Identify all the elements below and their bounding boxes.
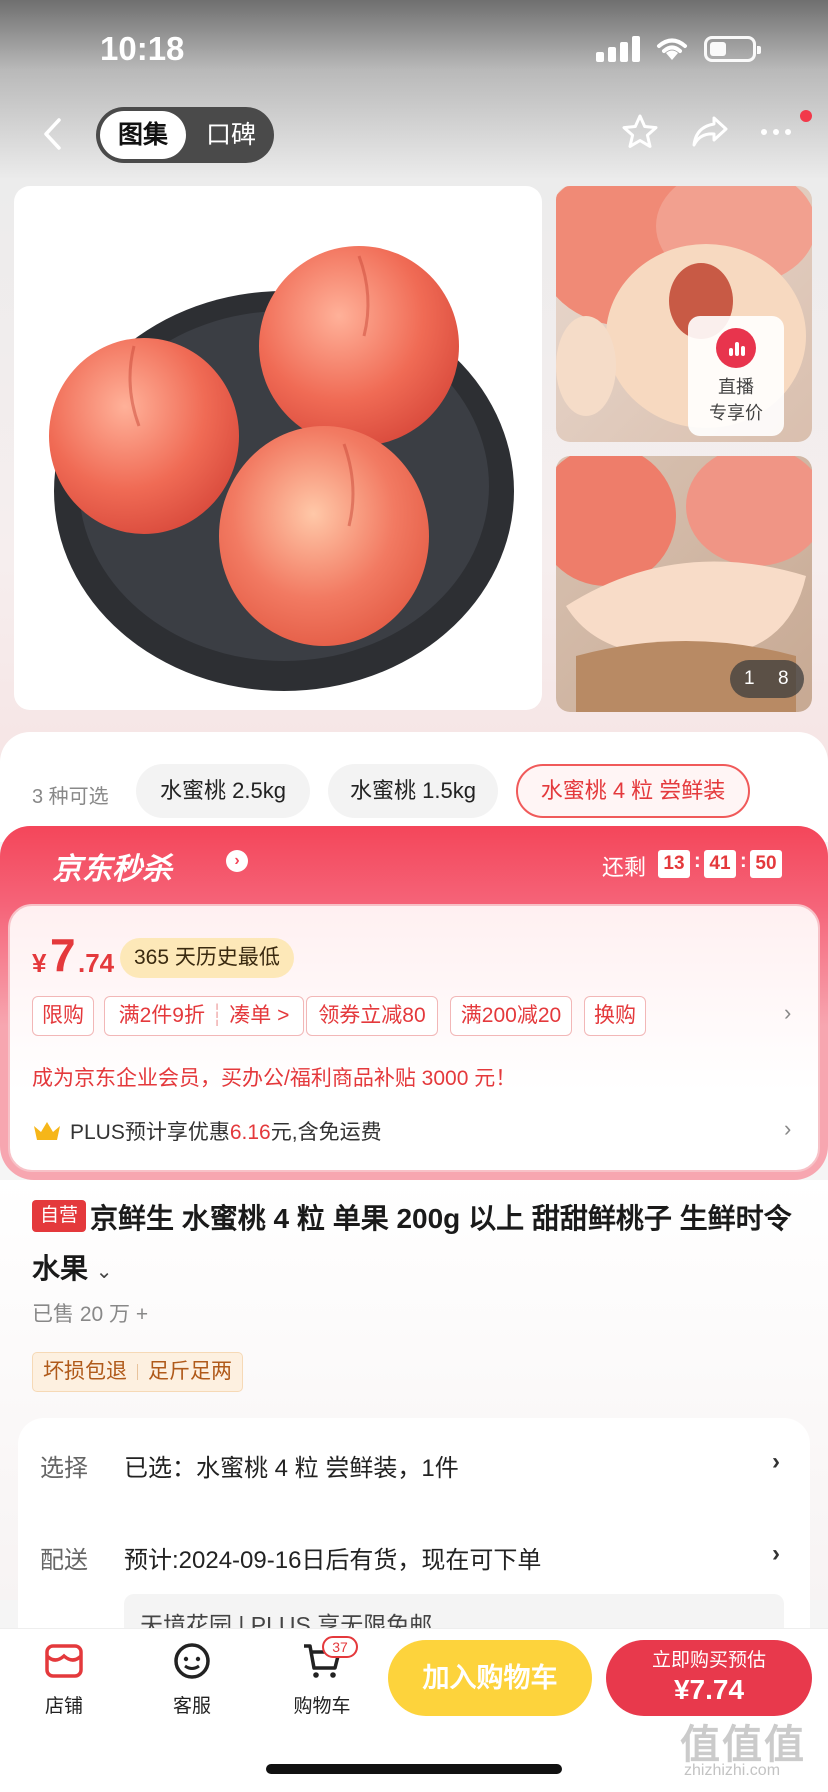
live-label-2: 专享价: [709, 403, 763, 423]
variant-chip-1[interactable]: 水蜜桃 2.5kg: [136, 764, 310, 818]
service-label: 客服: [172, 1696, 211, 1717]
promo-divider: ┆: [210, 1004, 224, 1027]
variant-chip-2[interactable]: 水蜜桃 1.5kg: [328, 764, 498, 818]
live-icon: [716, 328, 756, 368]
watermark-url: zhizhizhi.com: [684, 1762, 781, 1779]
select-value[interactable]: 已选：水蜜桃 4 粒 尝鲜装，1件: [124, 1448, 459, 1483]
status-time: 10:18: [100, 30, 185, 67]
history-low-badge: 365 天历史最低: [120, 938, 294, 978]
countdown-separator: :: [740, 850, 747, 872]
status-bar: 10:18: [0, 0, 828, 96]
service-button[interactable]: 客服: [142, 1640, 242, 1718]
chevron-right-icon[interactable]: ›: [784, 1116, 791, 1142]
guarantee-tags[interactable]: 坏损包退 足斤足两: [32, 1352, 243, 1392]
chevron-right-icon[interactable]: ›: [772, 1448, 780, 1476]
select-label: 选择: [40, 1455, 88, 1482]
variant-count-label: 3 种可选: [32, 786, 109, 808]
home-indicator[interactable]: [266, 1764, 562, 1774]
image-pager: 1 8: [730, 660, 804, 698]
view-toggle: 图集 口碑: [96, 107, 274, 163]
chevron-right-icon[interactable]: ›: [784, 1000, 791, 1026]
more-icon[interactable]: [756, 112, 796, 152]
chevron-down-icon[interactable]: ⌄: [96, 1261, 113, 1283]
promo-tag-label: 满2件9折: [118, 1004, 205, 1027]
buy-now-price: ¥7.74: [673, 1674, 745, 1705]
plus-suffix: 元,含免运费: [270, 1121, 382, 1144]
pager-total: 8: [778, 668, 789, 689]
sold-count: 已售 20 万 +: [32, 1303, 149, 1326]
crown-icon: [34, 1122, 60, 1140]
chevron-right-icon[interactable]: ›: [226, 850, 248, 872]
back-icon[interactable]: [34, 114, 74, 154]
plus-prefix: PLUS预计享优惠: [70, 1121, 230, 1144]
main-product-image[interactable]: [14, 186, 542, 710]
notification-dot: [800, 110, 812, 122]
delivery-value[interactable]: 预计:2024-09-16日后有货，现在可下单: [124, 1540, 541, 1575]
price-integer: 7: [50, 929, 76, 981]
guarantee-tag: 足斤足两: [148, 1360, 232, 1383]
signal-icon: [596, 36, 642, 62]
delivery-label: 配送: [40, 1547, 88, 1574]
share-icon[interactable]: [688, 112, 730, 152]
store-icon: [45, 1644, 83, 1678]
tab-reviews[interactable]: 口碑: [192, 111, 270, 159]
top-nav: 图集 口碑: [0, 100, 828, 170]
battery-icon: [704, 36, 761, 62]
promo-tag[interactable]: 满2件9折 ┆ 凑单 >: [104, 996, 304, 1036]
countdown-seconds: 50: [750, 850, 782, 878]
promo-tag[interactable]: 满200减20: [450, 996, 572, 1036]
promo-tag-label: 凑单 >: [229, 1004, 290, 1027]
promo-tag[interactable]: 限购: [32, 996, 94, 1036]
tab-gallery[interactable]: 图集: [100, 111, 186, 159]
cart-button[interactable]: 购物车: [272, 1640, 372, 1718]
chevron-right-icon[interactable]: ›: [772, 1540, 780, 1568]
countdown-label: 还剩: [602, 855, 647, 880]
buy-now-label: 立即购买预估: [651, 1650, 766, 1671]
add-to-cart-button[interactable]: 加入购物车: [388, 1640, 592, 1716]
price-symbol: ¥: [32, 948, 47, 978]
price-decimal: .74: [78, 948, 115, 978]
corporate-offer[interactable]: 成为京东企业会员，买办公/福利商品补贴 3000 元！: [32, 1062, 516, 1092]
flash-sale-logo[interactable]: 京东秒杀: [52, 844, 172, 888]
promo-tag[interactable]: 领券立减80: [306, 996, 438, 1036]
plus-discount-row[interactable]: PLUS预计享优惠6.16元,含免运费: [32, 1116, 382, 1146]
product-title[interactable]: 京鲜生 水蜜桃 4 粒 单果 200g 以上 甜甜鲜桃子 生鲜时令水果 ⌄: [32, 1194, 792, 1297]
countdown-separator: :: [694, 850, 701, 872]
buy-now-button[interactable]: 立即购买预估 ¥7.74: [606, 1640, 812, 1716]
wifi-icon: [657, 38, 687, 60]
live-price-badge[interactable]: 直播 专享价: [688, 316, 784, 436]
promo-tag[interactable]: 换购: [584, 996, 646, 1036]
cart-label: 购物车: [293, 1696, 351, 1717]
live-label-1: 直播: [718, 377, 754, 397]
cart-count-badge: 37: [322, 1636, 358, 1658]
product-title-text: 京鲜生 水蜜桃 4 粒 单果 200g 以上 甜甜鲜桃子 生鲜时令水果: [32, 1203, 792, 1284]
store-button[interactable]: 店铺: [14, 1640, 114, 1718]
variant-chip-3[interactable]: 水蜜桃 4 粒 尝鲜装: [516, 764, 750, 818]
guarantee-tag: 坏损包退: [43, 1360, 127, 1383]
countdown-hours: 13: [658, 850, 690, 878]
store-label: 店铺: [44, 1696, 83, 1717]
pager-current: 1: [744, 668, 755, 689]
peaches-illustration: [49, 246, 514, 691]
plus-amount: 6.16: [229, 1121, 271, 1144]
customer-service-icon: [174, 1643, 210, 1679]
star-icon[interactable]: [620, 112, 660, 152]
countdown-minutes: 41: [704, 850, 736, 878]
self-operated-tag: 自营: [32, 1200, 87, 1232]
